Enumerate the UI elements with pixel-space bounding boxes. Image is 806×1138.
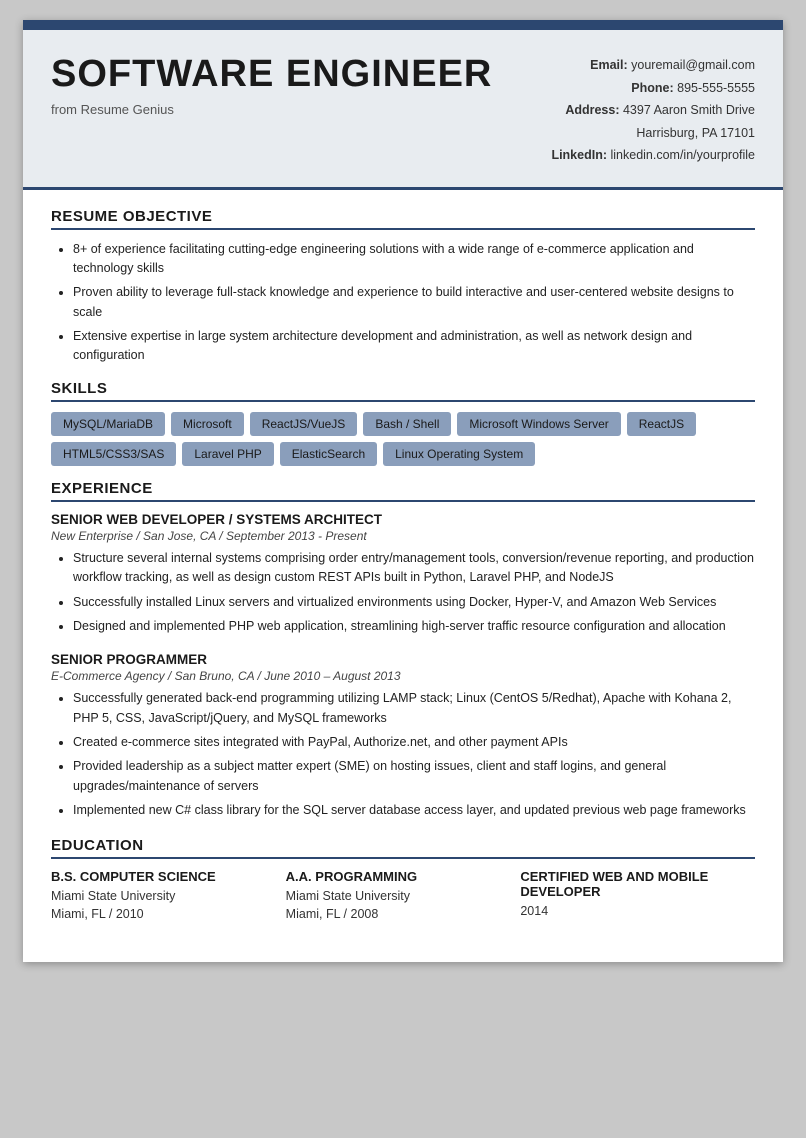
job-1: SENIOR WEB DEVELOPER / SYSTEMS ARCHITECT…: [51, 512, 755, 637]
address-value1: 4397 Aaron Smith Drive: [623, 103, 755, 117]
linkedin-line: LinkedIn: linkedin.com/in/yourprofile: [515, 144, 755, 167]
contact-info: Email: youremail@gmail.com Phone: 895-55…: [515, 54, 755, 167]
body-content: RESUME OBJECTIVE 8+ of experience facili…: [23, 190, 783, 963]
header-section: SOFTWARE ENGINEER from Resume Genius Ema…: [23, 30, 783, 187]
list-item: Structure several internal systems compr…: [73, 549, 755, 588]
email-line: Email: youremail@gmail.com: [515, 54, 755, 77]
edu-col-2: A.A. PROGRAMMING Miami State University …: [286, 869, 521, 925]
skill-tag: Laravel PHP: [182, 442, 273, 466]
job-2-meta: E-Commerce Agency / San Bruno, CA / June…: [51, 669, 755, 683]
list-item: 8+ of experience facilitating cutting-ed…: [73, 240, 755, 279]
list-item: Provided leadership as a subject matter …: [73, 757, 755, 796]
education-title: EDUCATION: [51, 837, 755, 859]
objective-bullets: 8+ of experience facilitating cutting-ed…: [51, 240, 755, 366]
job-1-bullets: Structure several internal systems compr…: [51, 549, 755, 637]
skills-grid: MySQL/MariaDB Microsoft ReactJS/VueJS Ba…: [51, 412, 755, 466]
email-value: youremail@gmail.com: [631, 58, 755, 72]
top-bar: [23, 20, 783, 30]
skills-title: SKILLS: [51, 380, 755, 402]
experience-title: EXPERIENCE: [51, 480, 755, 502]
phone-line: Phone: 895-555-5555: [515, 77, 755, 100]
header-subtitle: from Resume Genius: [51, 102, 492, 117]
education-section: EDUCATION B.S. COMPUTER SCIENCE Miami St…: [51, 837, 755, 925]
edu-school-3: 2014: [520, 902, 755, 921]
skills-section: SKILLS MySQL/MariaDB Microsoft ReactJS/V…: [51, 380, 755, 466]
edu-degree-1: B.S. COMPUTER SCIENCE: [51, 869, 286, 884]
resume-document: SOFTWARE ENGINEER from Resume Genius Ema…: [23, 20, 783, 962]
edu-col-1: B.S. COMPUTER SCIENCE Miami State Univer…: [51, 869, 286, 925]
email-label: Email:: [590, 58, 628, 72]
skill-tag: ReactJS: [627, 412, 696, 436]
list-item: Proven ability to leverage full-stack kn…: [73, 283, 755, 322]
list-item: Created e-commerce sites integrated with…: [73, 733, 755, 752]
job-2-bullets: Successfully generated back-end programm…: [51, 689, 755, 820]
job-1-title: SENIOR WEB DEVELOPER / SYSTEMS ARCHITECT: [51, 512, 755, 527]
linkedin-value: linkedin.com/in/yourprofile: [610, 148, 755, 162]
skill-tag: MySQL/MariaDB: [51, 412, 165, 436]
skill-tag: Linux Operating System: [383, 442, 535, 466]
list-item: Designed and implemented PHP web applica…: [73, 617, 755, 636]
linkedin-label: LinkedIn:: [551, 148, 607, 162]
objective-title: RESUME OBJECTIVE: [51, 208, 755, 230]
edu-col-3: CERTIFIED WEB AND MOBILE DEVELOPER 2014: [520, 869, 755, 925]
job-2: SENIOR PROGRAMMER E-Commerce Agency / Sa…: [51, 652, 755, 820]
address-label: Address:: [565, 103, 619, 117]
skill-tag: HTML5/CSS3/SAS: [51, 442, 176, 466]
address-value2: Harrisburg, PA 17101: [636, 126, 755, 140]
phone-label: Phone:: [631, 81, 673, 95]
skill-tag: Microsoft Windows Server: [457, 412, 620, 436]
list-item: Extensive expertise in large system arch…: [73, 327, 755, 366]
skill-tag: Bash / Shell: [363, 412, 451, 436]
phone-value: 895-555-5555: [677, 81, 755, 95]
skill-tag: Microsoft: [171, 412, 244, 436]
edu-degree-3: CERTIFIED WEB AND MOBILE DEVELOPER: [520, 869, 755, 899]
edu-degree-2: A.A. PROGRAMMING: [286, 869, 521, 884]
objective-section: RESUME OBJECTIVE 8+ of experience facili…: [51, 208, 755, 366]
edu-school-2: Miami State University Miami, FL / 2008: [286, 887, 521, 925]
list-item: Successfully installed Linux servers and…: [73, 593, 755, 612]
header-left: SOFTWARE ENGINEER from Resume Genius: [51, 54, 492, 117]
skill-tag: ElasticSearch: [280, 442, 377, 466]
experience-section: EXPERIENCE SENIOR WEB DEVELOPER / SYSTEM…: [51, 480, 755, 821]
list-item: Successfully generated back-end programm…: [73, 689, 755, 728]
address-line: Address: 4397 Aaron Smith Drive Harrisbu…: [515, 99, 755, 144]
edu-school-1: Miami State University Miami, FL / 2010: [51, 887, 286, 925]
job-title: SOFTWARE ENGINEER: [51, 54, 492, 96]
job-2-title: SENIOR PROGRAMMER: [51, 652, 755, 667]
job-1-meta: New Enterprise / San Jose, CA / Septembe…: [51, 529, 755, 543]
skill-tag: ReactJS/VueJS: [250, 412, 358, 436]
list-item: Implemented new C# class library for the…: [73, 801, 755, 820]
education-grid: B.S. COMPUTER SCIENCE Miami State Univer…: [51, 869, 755, 925]
